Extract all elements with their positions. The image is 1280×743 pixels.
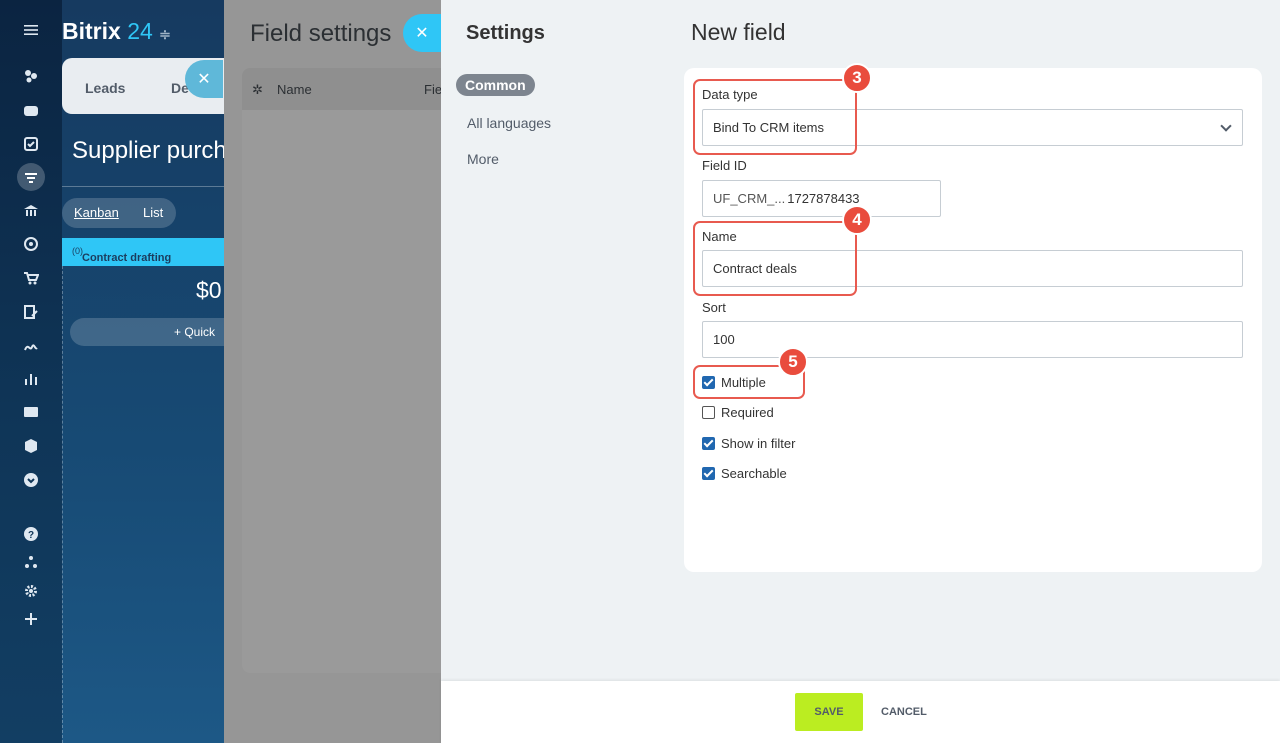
cart-icon[interactable]	[21, 268, 41, 288]
close-field-settings-button[interactable]: ✕	[185, 60, 223, 98]
contact-card-icon[interactable]	[21, 402, 41, 422]
quick-add-button[interactable]: + Quick	[70, 318, 232, 346]
annotation-highlight-name	[693, 221, 857, 296]
checkbox-checked-icon	[702, 467, 715, 480]
required-label: Required	[721, 405, 774, 420]
svg-text:?: ?	[28, 530, 34, 541]
footer-bar: SAVE CANCEL	[441, 681, 1280, 743]
save-button[interactable]: SAVE	[795, 693, 863, 731]
column-name: Name	[277, 82, 312, 97]
plus-icon[interactable]	[21, 609, 41, 629]
menu-icon[interactable]	[21, 20, 41, 40]
table-gear-icon[interactable]: ✲	[252, 82, 265, 97]
checkbox-checked-icon	[702, 437, 715, 450]
annotation-highlight-data-type	[693, 79, 857, 155]
chevron-down-icon	[1220, 120, 1232, 132]
gear-icon[interactable]	[21, 581, 41, 601]
field-id-value: 1727878433	[787, 191, 860, 206]
show-in-filter-label: Show in filter	[721, 436, 796, 451]
more-chevron-icon[interactable]	[21, 470, 41, 490]
nav-common[interactable]: Common	[456, 74, 535, 96]
nav-more[interactable]: More	[456, 146, 562, 172]
tasks-icon[interactable]	[21, 134, 41, 154]
settings-nav: Common All languages More	[456, 74, 562, 182]
left-sidebar: ?	[0, 0, 62, 743]
target-icon[interactable]	[21, 234, 41, 254]
field-id-input[interactable]: UF_CRM_... 1727878433	[702, 180, 941, 217]
sort-value: 100	[713, 332, 735, 347]
crm-background: Bitrix 24 ≑ Leads De Supplier purcha Kan…	[62, 0, 232, 743]
logo: Bitrix 24 ≑	[62, 18, 171, 44]
view-list[interactable]: List	[143, 205, 163, 220]
column-title: Contract drafting	[82, 252, 172, 264]
help-icon[interactable]: ?	[21, 524, 41, 544]
field-settings-panel: Field settings ✲ Name Fie	[224, 0, 482, 743]
structure-icon[interactable]	[21, 552, 41, 572]
bank-icon[interactable]	[21, 201, 41, 221]
nav-all-languages[interactable]: All languages	[456, 110, 562, 136]
annotation-badge-4: 4	[842, 205, 872, 235]
checkbox-unchecked-icon	[702, 406, 715, 419]
cancel-button[interactable]: CANCEL	[873, 693, 935, 731]
kanban-column-header: Contract drafting (0)	[62, 238, 232, 266]
divider	[62, 186, 232, 187]
field-settings-title: Field settings	[250, 20, 392, 47]
sort-label: Sort	[702, 300, 726, 315]
analytics-icon[interactable]	[21, 369, 41, 389]
crm-icon[interactable]	[17, 163, 45, 191]
searchable-label: Searchable	[721, 466, 787, 481]
signature-icon[interactable]	[21, 336, 41, 356]
column-field: Fie	[424, 82, 443, 97]
close-settings-button[interactable]: ✕	[403, 14, 441, 52]
searchable-checkbox[interactable]: Searchable	[702, 466, 787, 481]
column-divider	[62, 266, 63, 743]
view-switcher: Kanban List	[62, 198, 176, 228]
close-icon: ✕	[197, 71, 211, 88]
annotation-badge-3: 3	[842, 63, 872, 93]
chat-icon[interactable]	[21, 100, 41, 120]
tab-leads[interactable]: Leads	[85, 80, 125, 96]
box-icon[interactable]	[21, 436, 41, 456]
show-in-filter-checkbox[interactable]: Show in filter	[702, 436, 795, 451]
feed-icon[interactable]	[21, 66, 41, 86]
settings-panel: Settings Common All languages More New f…	[441, 0, 1280, 743]
new-field-title: New field	[691, 19, 786, 45]
field-id-prefix: UF_CRM_...	[713, 191, 786, 206]
document-edit-icon[interactable]	[21, 302, 41, 322]
annotation-badge-5: 5	[778, 347, 808, 377]
view-kanban[interactable]: Kanban	[74, 205, 119, 220]
field-id-label: Field ID	[702, 158, 747, 173]
close-icon: ✕	[415, 25, 429, 42]
column-sum: $0	[196, 277, 222, 303]
required-checkbox[interactable]: Required	[702, 405, 774, 420]
settings-title: Settings	[466, 22, 545, 44]
page-title: Supplier purcha	[72, 137, 232, 164]
